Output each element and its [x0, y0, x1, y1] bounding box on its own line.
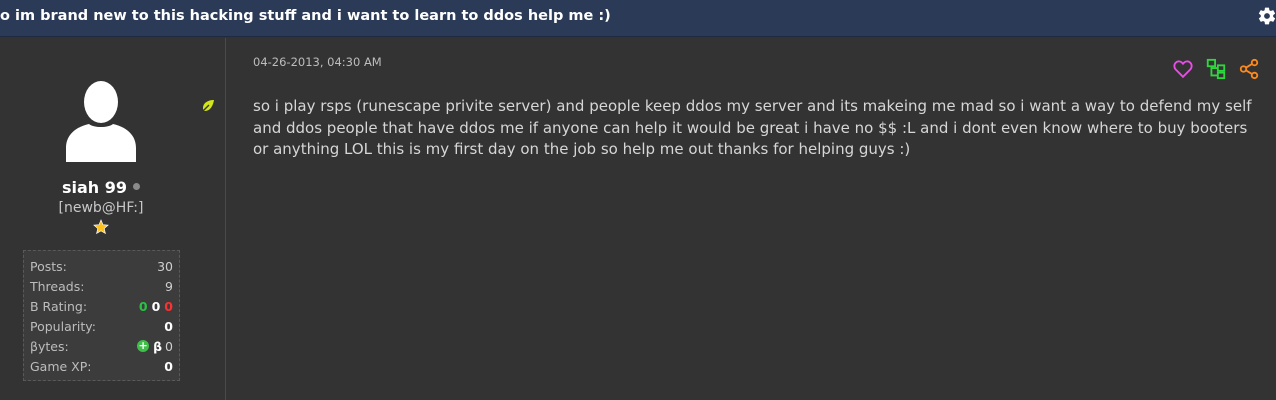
b-rating-values[interactable]: 000 [139, 299, 173, 314]
stat-value: 0 [165, 338, 173, 354]
stat-label: Posts: [30, 258, 67, 274]
bytes-symbol: β [153, 338, 163, 354]
negative-rating: 0 [164, 298, 173, 314]
plus-icon[interactable]: + [137, 340, 150, 352]
thread-title: o im brand new to this hacking stuff and… [0, 8, 611, 24]
stat-label: Threads: [30, 278, 85, 294]
positive-rating: 0 [138, 298, 148, 314]
stat-value[interactable]: 0 [164, 359, 173, 374]
stat-label: B Rating: [30, 298, 88, 314]
star-icon [93, 219, 109, 235]
stat-label: βytes: [30, 338, 69, 354]
avatar-placeholder-icon [66, 81, 136, 162]
post-actions [1172, 58, 1262, 82]
user-title: [newb@HF:] [58, 200, 144, 216]
thread-header: o im brand new to this hacking stuff and… [0, 0, 1276, 37]
stat-label: Game XP: [30, 358, 92, 374]
offline-status-dot [133, 183, 141, 190]
post-body: so i play rsps (runescape privite server… [253, 97, 1252, 158]
username[interactable]: siah 99 [0, 178, 202, 197]
share-icon[interactable] [1238, 58, 1260, 80]
tree-icon[interactable] [1205, 58, 1227, 80]
username-text[interactable]: siah 99 [62, 178, 127, 197]
stat-value[interactable]: 9 [165, 279, 173, 294]
stat-label: Popularity: [30, 318, 96, 334]
stat-value[interactable]: 30 [157, 259, 173, 274]
stat-bytes: βytes: + β 0 [30, 336, 173, 356]
stat-threads: Threads: 9 [30, 276, 173, 296]
user-stats-box: Posts: 30 Threads: 9 B Rating: 000 Popul… [23, 250, 180, 381]
stat-popularity: Popularity: 0 [30, 316, 173, 336]
bytes-values: + β 0 [137, 339, 173, 354]
stat-value[interactable]: 0 [164, 319, 173, 334]
stat-posts: Posts: 30 [30, 256, 173, 276]
post-date: 04-26-2013, 04:30 AM [253, 55, 382, 69]
gear-icon[interactable] [1257, 6, 1276, 26]
leaf-icon [201, 100, 214, 113]
stat-b-rating: B Rating: 000 [30, 296, 173, 316]
stat-game-xp: Game XP: 0 [30, 356, 173, 376]
neutral-rating: 0 [151, 298, 161, 314]
heart-icon[interactable] [1172, 58, 1194, 80]
